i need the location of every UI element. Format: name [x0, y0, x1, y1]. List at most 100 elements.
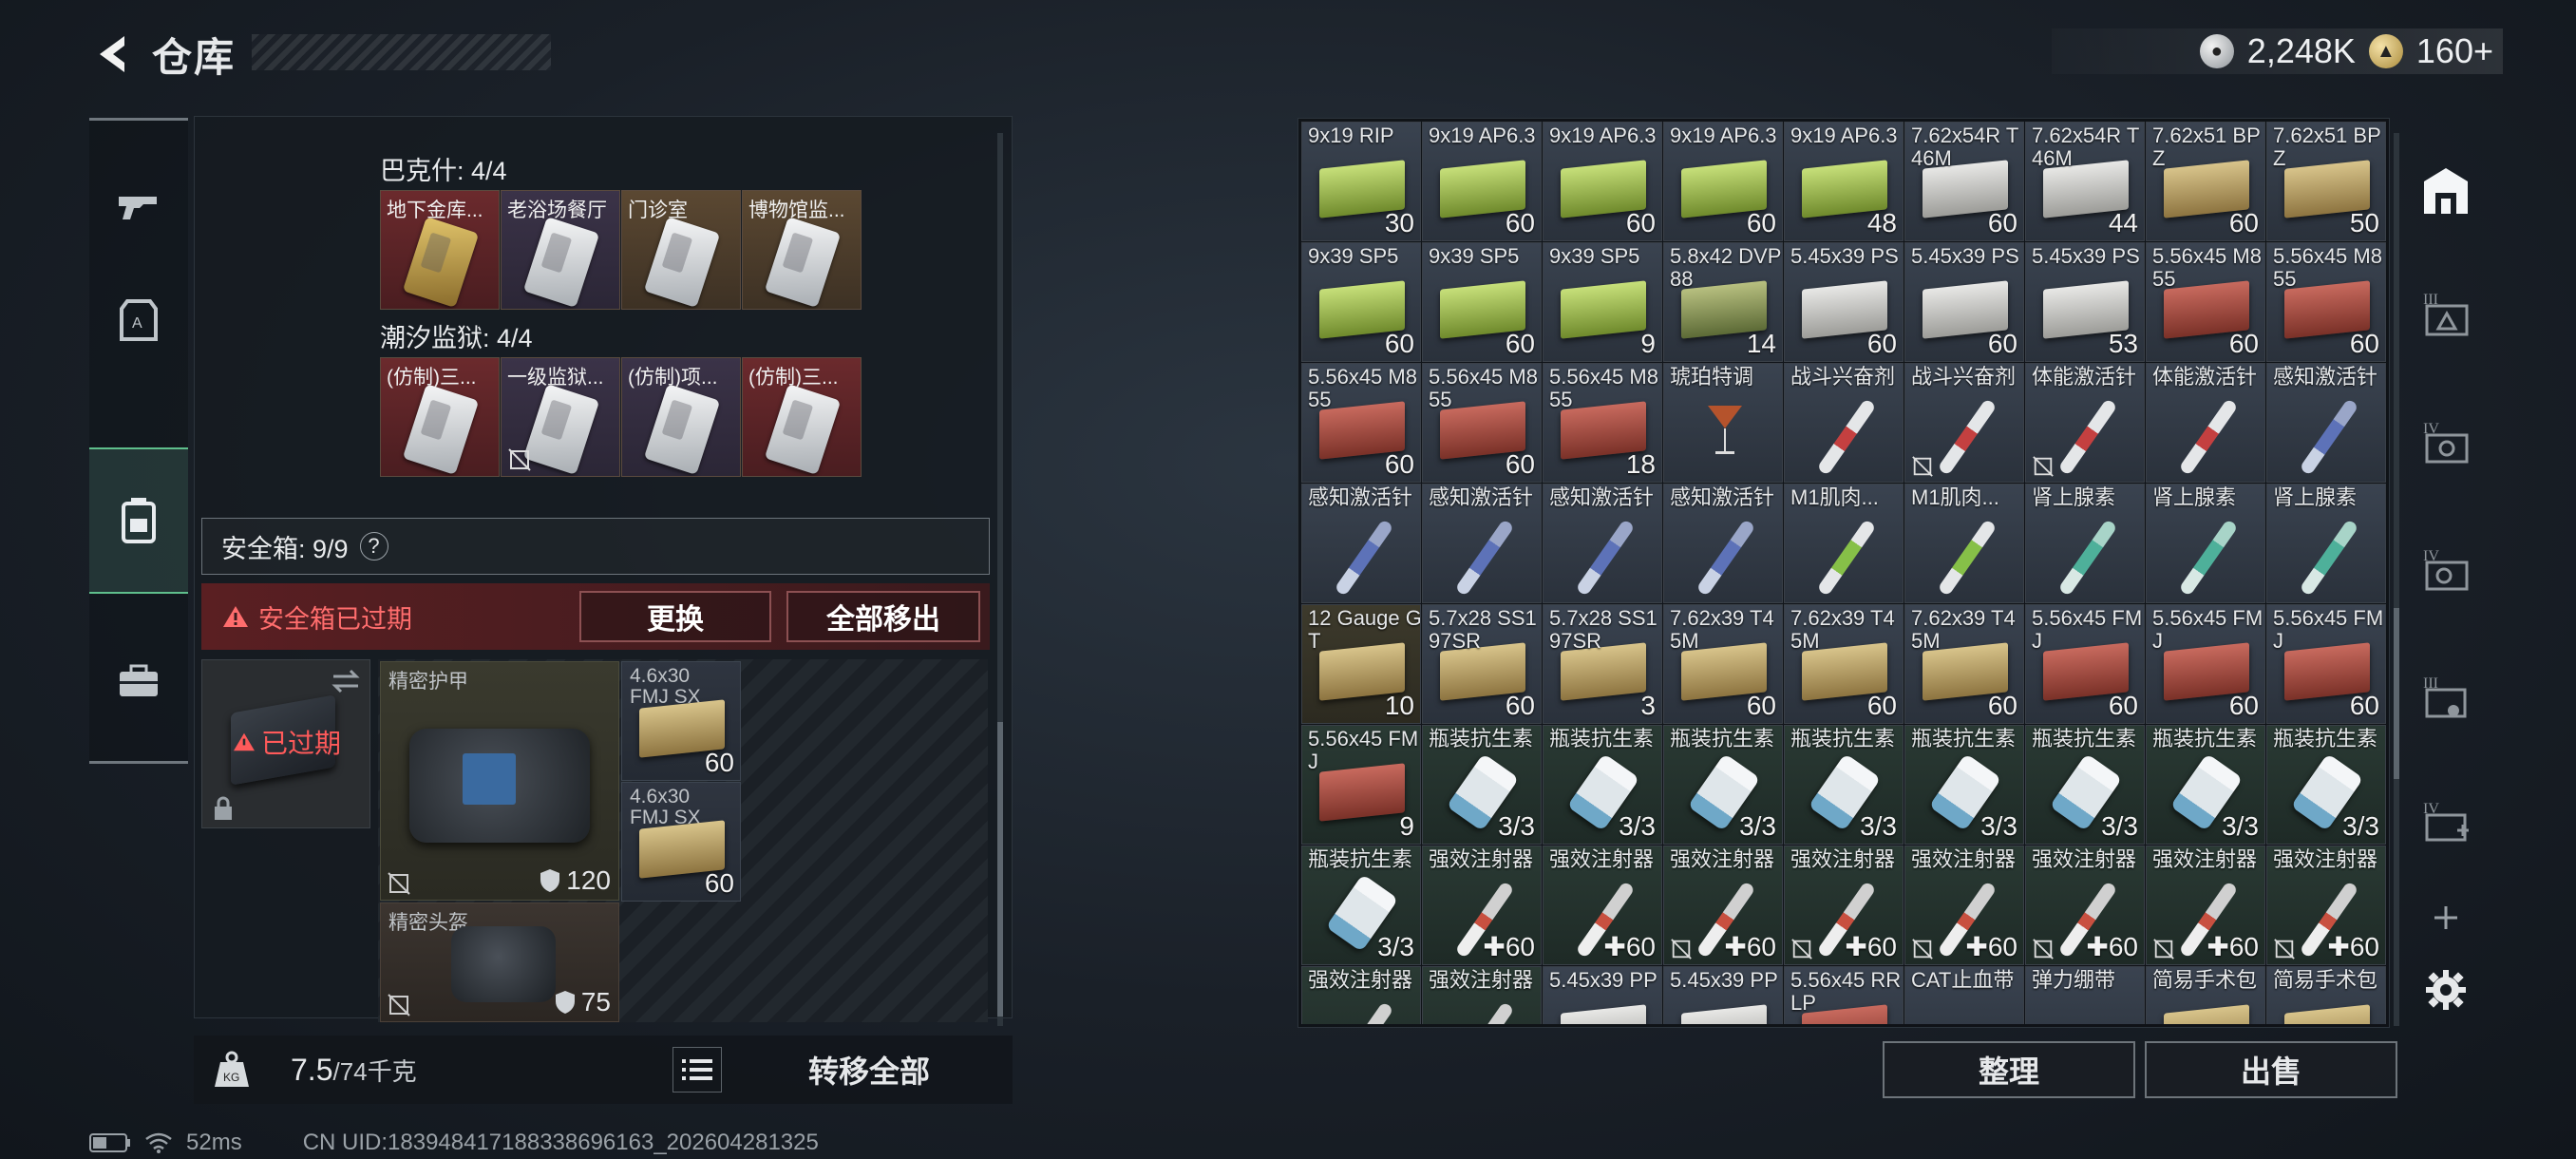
- stash-item[interactable]: 5.45x39 PP: [1543, 966, 1662, 1024]
- key-card[interactable]: 老浴场餐厅: [501, 190, 620, 310]
- stash-item[interactable]: 战斗兴奋剂: [1784, 363, 1904, 483]
- stash-item[interactable]: 简易手术包: [2146, 966, 2265, 1024]
- stash-item[interactable]: 感知激活针: [1543, 484, 1662, 603]
- stash-item[interactable]: 5.45x39 PP: [1663, 966, 1783, 1024]
- stash-item[interactable]: 9x19 RIP 30: [1301, 122, 1421, 241]
- transfer-all-button[interactable]: 转移全部: [735, 1043, 1003, 1096]
- stash-item[interactable]: 强效注射器 ✚60: [2146, 846, 2265, 965]
- stash-item[interactable]: 肾上腺素: [2025, 484, 2145, 603]
- stash-item[interactable]: 强效注射器 ✚60: [1422, 846, 1542, 965]
- stash-item[interactable]: CAT止血带: [1904, 966, 2024, 1024]
- stash-item[interactable]: 7.62x39 T45M 60: [1904, 604, 2024, 724]
- stash-item[interactable]: 5.56x45 RRLP: [1784, 966, 1904, 1024]
- stash-item[interactable]: 5.56x45 M855 60: [2146, 242, 2265, 362]
- stash-item[interactable]: 肾上腺素: [2266, 484, 2386, 603]
- stash-item[interactable]: 体能激活针: [2025, 363, 2145, 483]
- stash-item[interactable]: 5.45x39 PS 60: [1904, 242, 2024, 362]
- stash-item[interactable]: 感知激活针: [1301, 484, 1421, 603]
- stash-item[interactable]: 强效注射器 ✚60: [2266, 846, 2386, 965]
- stash-item[interactable]: 强效注射器 ✚60: [1663, 846, 1783, 965]
- stash-item[interactable]: M1肌肉...: [1784, 484, 1904, 603]
- stash-item[interactable]: 5.56x45 M855 60: [1301, 363, 1421, 483]
- stash-item[interactable]: 瓶装抗生素 3/3: [1784, 725, 1904, 845]
- stash-item[interactable]: 5.56x45 FMJ 60: [2266, 604, 2386, 724]
- stash-item[interactable]: 5.7x28 SS197SR 3: [1543, 604, 1662, 724]
- stash-item[interactable]: 瓶装抗生素 3/3: [1663, 725, 1783, 845]
- stash-item[interactable]: 5.56x45 FMJ 60: [2025, 604, 2145, 724]
- key-card[interactable]: 地下金库...: [380, 190, 500, 310]
- helmet-item[interactable]: 精密头盔 75: [380, 902, 619, 1022]
- stash-item[interactable]: 5.45x39 PS 60: [1784, 242, 1904, 362]
- nav-armor-tab[interactable]: A: [89, 263, 188, 377]
- stash-item[interactable]: 感知激活针: [1663, 484, 1783, 603]
- stash-item[interactable]: 9x39 SP5 9: [1543, 242, 1662, 362]
- stash-item[interactable]: 9x19 AP6.3 60: [1543, 122, 1662, 241]
- gold-balance[interactable]: 160+: [2416, 31, 2493, 71]
- back-button[interactable]: [85, 26, 142, 83]
- stash-item[interactable]: 体能激活针: [2146, 363, 2265, 483]
- stash-item[interactable]: M1肌肉...: [1904, 484, 2024, 603]
- stash-item[interactable]: 强效注射器: [1422, 966, 1542, 1024]
- stash-item[interactable]: 战斗兴奋剂: [1904, 363, 2024, 483]
- stash-item[interactable]: 9x39 SP5 60: [1301, 242, 1421, 362]
- stash-item[interactable]: 9x39 SP5 60: [1422, 242, 1542, 362]
- nav-backpack-tab[interactable]: [89, 447, 188, 594]
- stash-item[interactable]: 12 Gauge GT 10: [1301, 604, 1421, 724]
- replace-button[interactable]: 更换: [579, 591, 771, 642]
- list-view-button[interactable]: [672, 1047, 722, 1092]
- sort-button[interactable]: 整理: [1883, 1041, 2135, 1098]
- stash-item[interactable]: 瓶装抗生素 3/3: [1422, 725, 1542, 845]
- stash-item[interactable]: 7.62x39 T45M 60: [1663, 604, 1783, 724]
- case-tab[interactable]: III: [2403, 650, 2489, 745]
- stash-item[interactable]: 瓶装抗生素 3/3: [1904, 725, 2024, 845]
- stash-item[interactable]: 9x19 AP6.3 60: [1663, 122, 1783, 241]
- stash-item[interactable]: 强效注射器 ✚60: [1784, 846, 1904, 965]
- stash-item[interactable]: 5.56x45 FMJ 9: [1301, 725, 1421, 845]
- stash-item[interactable]: 瓶装抗生素 3/3: [1543, 725, 1662, 845]
- stash-item[interactable]: 5.45x39 PS 53: [2025, 242, 2145, 362]
- stash-item[interactable]: 瓶装抗生素 3/3: [2266, 725, 2386, 845]
- stash-item[interactable]: 5.56x45 M855 60: [2266, 242, 2386, 362]
- key-card[interactable]: (仿制)项...: [621, 357, 741, 477]
- stash-item[interactable]: 肾上腺素: [2146, 484, 2265, 603]
- stash-item[interactable]: 感知激活针: [2266, 363, 2386, 483]
- stash-item[interactable]: 简易手术包: [2266, 966, 2386, 1024]
- ammo-item[interactable]: 4.6x30 FMJ SX 60: [621, 782, 741, 902]
- stash-item[interactable]: 强效注射器: [1301, 966, 1421, 1024]
- stash-item[interactable]: 琥珀特调: [1663, 363, 1783, 483]
- stash-item[interactable]: 5.7x28 SS197SR 60: [1422, 604, 1542, 724]
- case-tab[interactable]: IV: [2403, 775, 2489, 870]
- key-card[interactable]: 博物馆监...: [742, 190, 862, 310]
- armor-item[interactable]: 精密护甲 120: [380, 661, 619, 901]
- key-card[interactable]: 一级监狱...: [501, 357, 620, 477]
- stash-item[interactable]: 5.56x45 M855 18: [1543, 363, 1662, 483]
- case-tab[interactable]: IV: [2403, 522, 2489, 618]
- stash-item[interactable]: 5.56x45 FMJ 60: [2146, 604, 2265, 724]
- stash-item[interactable]: 7.62x51 BPZ 50: [2266, 122, 2386, 241]
- key-card[interactable]: (仿制)三...: [380, 357, 500, 477]
- stash-item[interactable]: 7.62x54R T46M 60: [1904, 122, 2024, 241]
- stash-item[interactable]: 7.62x51 BPZ 60: [2146, 122, 2265, 241]
- remove-all-button[interactable]: 全部移出: [786, 591, 980, 642]
- stash-item[interactable]: 5.56x45 M855 60: [1422, 363, 1542, 483]
- help-icon[interactable]: ?: [359, 532, 388, 560]
- sell-button[interactable]: 出售: [2145, 1041, 2397, 1098]
- stash-item[interactable]: 感知激活针: [1422, 484, 1542, 603]
- stash-item[interactable]: 强效注射器 ✚60: [1543, 846, 1662, 965]
- stash-tab[interactable]: [2403, 144, 2489, 239]
- stash-item[interactable]: 7.62x54R T46M 44: [2025, 122, 2145, 241]
- stash-item[interactable]: 瓶装抗生素 3/3: [2025, 725, 2145, 845]
- case-tab[interactable]: IV: [2403, 395, 2489, 490]
- nav-weapon-tab[interactable]: [89, 149, 188, 263]
- stash-item[interactable]: 9x19 AP6.3 48: [1784, 122, 1904, 241]
- key-card[interactable]: (仿制)三...: [742, 357, 862, 477]
- stash-item[interactable]: 瓶装抗生素 3/3: [2146, 725, 2265, 845]
- settings-button[interactable]: [2403, 942, 2489, 1037]
- stash-item[interactable]: 5.8x42 DVP88 14: [1663, 242, 1783, 362]
- safebox-slot[interactable]: 已过期: [201, 659, 370, 828]
- stash-item[interactable]: 9x19 AP6.3 60: [1422, 122, 1542, 241]
- key-card[interactable]: 门诊室: [621, 190, 741, 310]
- stash-item[interactable]: 7.62x39 T45M 60: [1784, 604, 1904, 724]
- stash-item[interactable]: 强效注射器 ✚60: [1904, 846, 2024, 965]
- stash-item[interactable]: 强效注射器 ✚60: [2025, 846, 2145, 965]
